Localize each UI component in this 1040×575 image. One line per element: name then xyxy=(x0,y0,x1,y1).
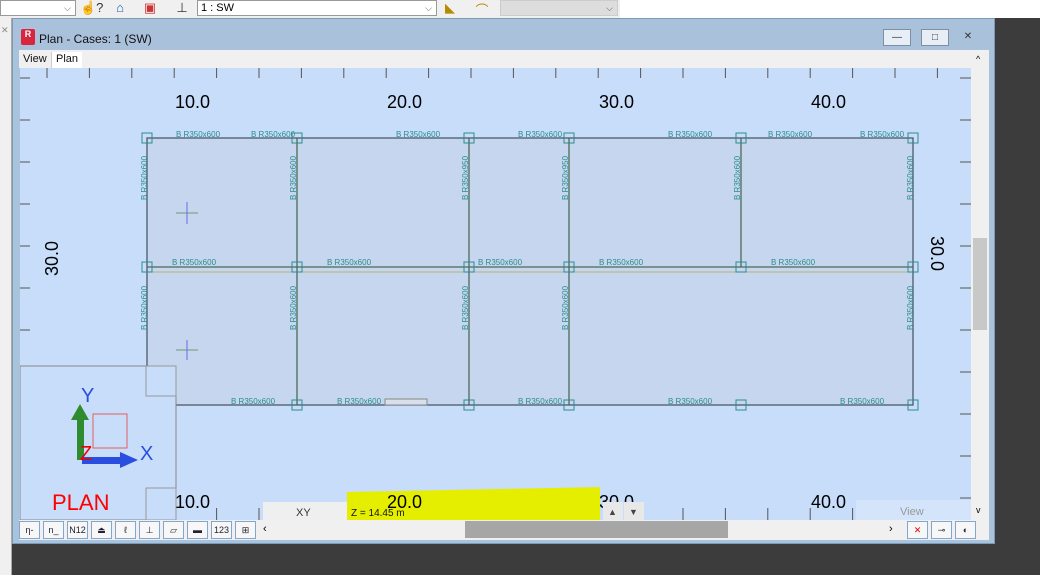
bottom-toolbar: η- n_ N12 ⏏ ℓ ⊥ ▱ ▬ 123 ⊞ ‹ › ✕ ⊸ ◐ xyxy=(19,520,989,540)
gizmo-z-label: Z xyxy=(80,443,92,465)
load-display-icon[interactable]: ◣ xyxy=(440,0,460,17)
hide-icon[interactable]: ✕ xyxy=(907,521,928,539)
hscroll-left-arrow[interactable]: ‹ xyxy=(263,523,267,535)
axis-label-left: 30.0 xyxy=(42,241,62,276)
close-button[interactable]: ✕ xyxy=(954,29,982,46)
left-panel: ✕ xyxy=(0,18,12,575)
window-titlebar[interactable]: R Plan - Cases: 1 (SW) — □ ✕ xyxy=(13,19,994,49)
axis-label-top: 10.0 xyxy=(175,92,210,112)
hscroll-right-arrow[interactable]: › xyxy=(889,523,893,535)
axes-gizmo: Y Z X PLAN xyxy=(20,365,177,520)
z-level-value[interactable]: Z = 14.45 m xyxy=(351,508,405,519)
panel-numbers-icon[interactable]: N12 xyxy=(67,521,88,539)
beam-label[interactable]: B R350x600 xyxy=(668,397,713,406)
load-symbol-icon[interactable]: ⌒ xyxy=(472,0,492,18)
close-panel-icon[interactable]: ✕ xyxy=(1,25,9,36)
selected-element[interactable] xyxy=(384,398,428,406)
values-icon[interactable]: 123 xyxy=(211,521,232,539)
display-icon[interactable]: ⊸ xyxy=(931,521,952,539)
beam-label[interactable]: B R350x600 xyxy=(140,155,149,200)
beam-label[interactable]: B R350x600 xyxy=(289,155,298,200)
beam-labels-top: B R350x600 B R350x600 B R350x600 B R350x… xyxy=(176,130,905,139)
beam-label[interactable]: B R350x600 xyxy=(518,130,563,139)
load-cases-icon[interactable]: ⊥ xyxy=(172,0,192,17)
vertical-scrollbar[interactable]: ^ v xyxy=(971,50,989,520)
maximize-button[interactable]: □ xyxy=(921,29,949,46)
window-title: Plan - Cases: 1 (SW) xyxy=(39,32,152,46)
help-hand-icon[interactable]: ☝? xyxy=(80,0,103,17)
axis-label-top: 40.0 xyxy=(811,92,846,112)
case-select[interactable]: 1 : SW ⌵ xyxy=(197,0,437,16)
render-icon[interactable]: ◐ xyxy=(955,521,976,539)
beam-label[interactable]: B R350x600 xyxy=(518,397,563,406)
grid-icon[interactable]: ⊞ xyxy=(235,521,256,539)
beam-label[interactable]: B R350x600 xyxy=(478,258,523,267)
axis-label-top: 30.0 xyxy=(599,92,634,112)
scroll-thumb[interactable] xyxy=(973,238,987,330)
beam-label[interactable]: B R350x600 xyxy=(561,285,570,330)
tab-view[interactable]: View xyxy=(19,52,52,68)
tab-plan[interactable]: Plan xyxy=(52,52,83,68)
disabled-combo: ⌵ xyxy=(500,0,618,16)
scroll-down-arrow[interactable]: v xyxy=(976,505,981,515)
plane-label: XY xyxy=(296,507,311,519)
beam-label[interactable]: B R350x600 xyxy=(231,397,276,406)
axis-label-bottom: 40.0 xyxy=(811,492,846,512)
beam-label[interactable]: B R350x600 xyxy=(771,258,816,267)
beam-label[interactable]: B R350x600 xyxy=(733,155,742,200)
case-select-value: 1 : SW xyxy=(201,2,235,14)
beam-label[interactable]: B R350x600 xyxy=(840,397,885,406)
section-shape-icon[interactable]: ⊥ xyxy=(139,521,160,539)
beam-label[interactable]: B R350x600 xyxy=(251,130,296,139)
beam-label[interactable]: B R350x600 xyxy=(906,285,915,330)
background xyxy=(620,0,1040,18)
axis-label-top: 20.0 xyxy=(387,92,422,112)
beam-label[interactable]: B R350x600 xyxy=(327,258,372,267)
beam-label[interactable]: B R350x600 xyxy=(176,130,221,139)
beam-label[interactable]: B R350x600 xyxy=(337,397,382,406)
robot-app-icon: R xyxy=(21,29,35,45)
beam-label[interactable]: B R350x600 xyxy=(289,285,298,330)
save-icon[interactable]: ▣ xyxy=(140,0,160,17)
beam-label[interactable]: B R350x600 xyxy=(668,130,713,139)
sections-icon[interactable]: ℓ xyxy=(115,521,136,539)
beam-label[interactable]: B R350x600 xyxy=(172,258,217,267)
view-box-label: View xyxy=(900,506,924,518)
down-arrow-icon: ▼ xyxy=(629,507,638,517)
scroll-up-arrow[interactable]: ^ xyxy=(976,54,980,64)
supports-icon[interactable]: ⏏ xyxy=(91,521,112,539)
beam-label[interactable]: B R350x950 xyxy=(561,155,570,200)
top-left-combo[interactable]: ⌵ xyxy=(0,0,76,16)
beam-label[interactable]: B R350x950 xyxy=(461,155,470,200)
plan-drawing: 10.0 20.0 30.0 40.0 30.0 30.0 B R350x600… xyxy=(20,68,971,520)
axis-label-bottom: 10.0 xyxy=(175,492,210,512)
beam-label[interactable]: B R350x600 xyxy=(396,130,441,139)
beam-label[interactable]: B R350x600 xyxy=(906,155,915,200)
bar-numbers-icon[interactable]: n_ xyxy=(43,521,64,539)
node-numbers-icon[interactable]: η- xyxy=(19,521,40,539)
gizmo-y-label: Y xyxy=(81,385,94,407)
view-name-label: PLAN xyxy=(52,490,109,515)
beam-label[interactable]: B R350x600 xyxy=(461,285,470,330)
beam-label[interactable]: B R350x600 xyxy=(599,258,644,267)
panels-icon[interactable]: ▱ xyxy=(163,521,184,539)
beam-label[interactable]: B R350x600 xyxy=(860,130,905,139)
main-toolbar: ⌵ ☝? ⌂ ▣ ⊥ 1 : SW ⌵ ◣ ⌒ ⌵ xyxy=(0,0,620,18)
axis-label-right: 30.0 xyxy=(927,236,947,271)
beam-label[interactable]: B R350x600 xyxy=(140,285,149,330)
up-arrow-icon: ▲ xyxy=(608,507,617,517)
plan-canvas[interactable]: 10.0 20.0 30.0 40.0 30.0 30.0 B R350x600… xyxy=(20,68,971,520)
beam-label[interactable]: B R350x600 xyxy=(768,130,813,139)
dimensions-icon[interactable]: ▬ xyxy=(187,521,208,539)
horizontal-scroll-thumb[interactable] xyxy=(465,521,728,538)
structure-view-icon[interactable]: ⌂ xyxy=(110,0,130,17)
view-tabs: View Plan xyxy=(19,50,987,68)
minimize-button[interactable]: — xyxy=(883,29,911,46)
gizmo-x-label: X xyxy=(140,443,153,465)
plan-window: R Plan - Cases: 1 (SW) — □ ✕ View Plan ^… xyxy=(12,18,995,544)
